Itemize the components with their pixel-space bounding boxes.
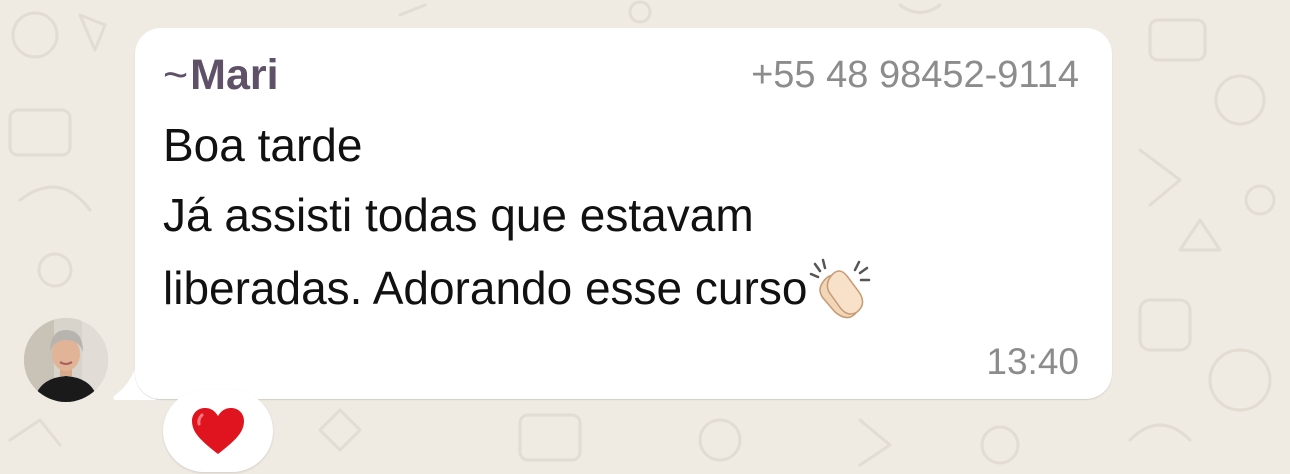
message-line-text: liberadas. Adorando esse curso [163, 262, 808, 314]
avatar-photo [24, 318, 108, 402]
sender-name-text: Mari [190, 51, 279, 99]
sender-name[interactable]: ~Mari [163, 50, 279, 100]
clapping-hands-icon [810, 258, 871, 319]
reaction-badge[interactable] [163, 390, 273, 472]
message-line-last: liberadas. Adorando esse curso [163, 258, 875, 319]
sender-phone[interactable]: +55 48 98452-9114 [751, 52, 1079, 98]
sender-avatar[interactable] [24, 318, 108, 402]
message-line: Já assisti todas que estavam [163, 189, 754, 241]
heart-icon [192, 408, 244, 454]
message-line: Boa tarde [163, 119, 363, 171]
sender-prefix: ~ [163, 51, 189, 99]
message-timestamp: 13:40 [986, 341, 1079, 382]
